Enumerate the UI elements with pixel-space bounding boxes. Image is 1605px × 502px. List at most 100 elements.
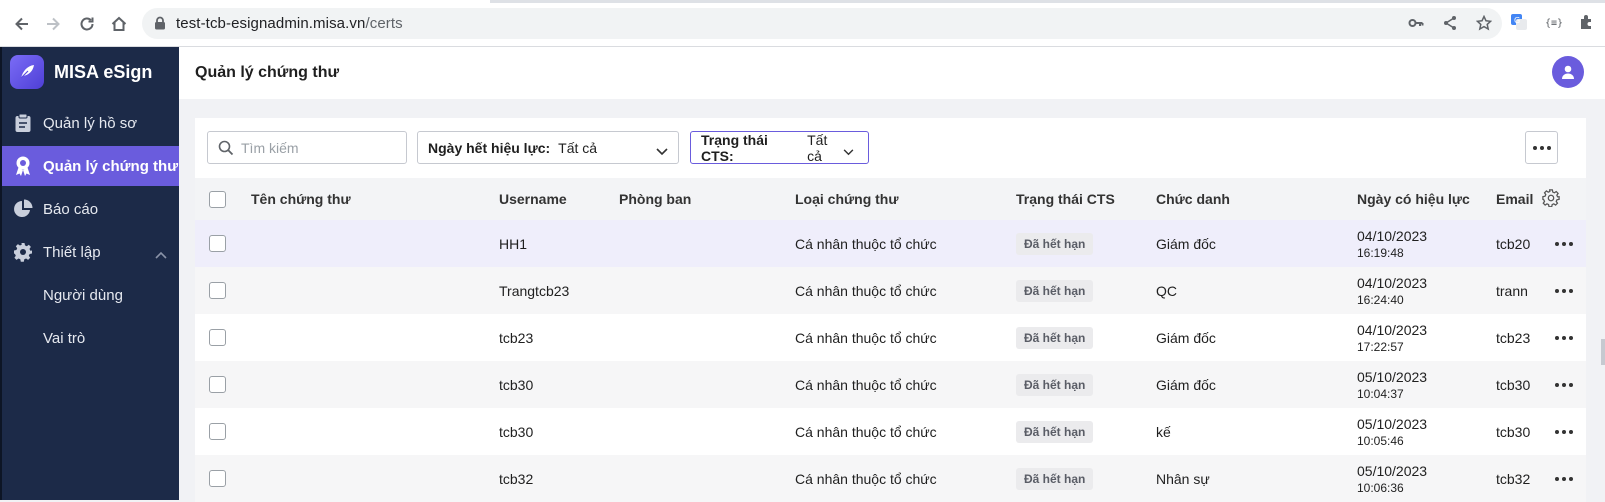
bookmark-star-icon[interactable]: [1475, 14, 1493, 36]
cert-status-filter[interactable]: Trạng thái CTS: Tất cả: [690, 131, 869, 164]
row-checkbox[interactable]: [209, 235, 226, 252]
page-title: Quản lý chứng thư: [195, 64, 340, 81]
row-more-button[interactable]: [1542, 241, 1586, 246]
pie-chart-icon: [12, 198, 34, 220]
select-all-checkbox[interactable]: [209, 190, 226, 208]
extensions-puzzle-icon[interactable]: [1578, 13, 1596, 36]
app-root: MISA eSign Quản lý hồ sơ Quản lý chứng t…: [0, 47, 1605, 502]
reload-icon[interactable]: [76, 13, 98, 35]
lock-icon[interactable]: [154, 16, 166, 35]
column-header[interactable]: Username: [499, 178, 619, 220]
home-icon[interactable]: [108, 13, 130, 35]
json-extension-icon[interactable]: {≡}: [1544, 13, 1563, 36]
clipboard-icon: [12, 112, 34, 134]
sidebar-item-certificates[interactable]: Quản lý chứng thư: [2, 146, 179, 186]
page-header: Quản lý chứng thư: [179, 47, 1605, 99]
effective-date: 04/10/2023: [1357, 321, 1428, 338]
table-row[interactable]: tcb32 Cá nhân thuộc tổ chức Đã hết hạn N…: [195, 455, 1586, 502]
username-cell: HH1: [499, 235, 528, 252]
column-header[interactable]: Chức danh: [1156, 178, 1357, 220]
column-header[interactable]: Phòng ban: [619, 178, 795, 220]
more-horizontal-icon: [1555, 476, 1573, 481]
status-cell: Đã hết hạn: [1016, 267, 1156, 314]
column-header[interactable]: Tên chứng thư: [251, 178, 499, 220]
status-cell: Đã hết hạn: [1016, 314, 1156, 361]
sidebar-item-records[interactable]: Quản lý hồ sơ: [2, 103, 179, 143]
app-logo-row[interactable]: MISA eSign: [10, 55, 152, 89]
effective-time: 10:04:37: [1357, 386, 1404, 401]
column-header[interactable]: Email: [1496, 178, 1542, 220]
email-cell: tcb20: [1496, 235, 1531, 252]
chevron-down-icon: [656, 143, 668, 159]
row-select-cell: [195, 361, 251, 408]
job-title-cell: Giám đốc: [1156, 376, 1216, 393]
email-cell: tcb30: [1496, 376, 1531, 393]
cert-name-cell: [251, 455, 499, 502]
row-checkbox[interactable]: [209, 423, 226, 440]
job-title-cell: QC: [1156, 282, 1177, 299]
back-icon[interactable]: [11, 13, 33, 35]
chevron-up-icon[interactable]: [155, 246, 167, 263]
feather-logo-icon: [10, 55, 44, 89]
user-avatar[interactable]: [1552, 56, 1584, 88]
row-checkbox[interactable]: [209, 376, 226, 393]
share-icon[interactable]: [1442, 15, 1458, 36]
row-actions-cell: [1542, 361, 1586, 408]
sidebar-item-reports[interactable]: Báo cáo: [2, 189, 179, 229]
row-actions-cell: [1542, 267, 1586, 314]
effective-date: 04/10/2023: [1357, 274, 1428, 291]
row-select-cell: [195, 314, 251, 361]
column-header[interactable]: Ngày có hiệu lực: [1357, 178, 1496, 220]
active-tab[interactable]: [0, 0, 490, 3]
email-cell: tcb30: [1496, 423, 1531, 440]
forward-icon[interactable]: [42, 13, 64, 35]
sidebar-item-settings[interactable]: Thiết lập: [2, 232, 179, 272]
sidebar-subitem-label: Người dùng: [43, 286, 123, 304]
expiry-date-filter[interactable]: Ngày hết hiệu lực: Tất cả: [417, 131, 679, 164]
browser-toolbar: test-tcb-esignadmin.misa.vn/certs G {≡}: [0, 0, 1605, 47]
more-horizontal-icon: [1555, 382, 1573, 387]
sidebar-subitem-users[interactable]: Người dùng: [2, 277, 179, 313]
more-options-button[interactable]: [1525, 131, 1558, 164]
url-text[interactable]: test-tcb-esignadmin.misa.vn/certs: [176, 15, 403, 32]
row-more-button[interactable]: [1542, 335, 1586, 340]
scrollbar-thumb[interactable]: [1601, 339, 1605, 365]
table-header-row: Tên chứng thư Username Phòng ban Loại ch…: [195, 178, 1586, 220]
effective-date: 05/10/2023: [1357, 415, 1428, 432]
url-path: /certs: [365, 15, 403, 32]
row-checkbox[interactable]: [209, 282, 226, 299]
address-bar[interactable]: test-tcb-esignadmin.misa.vn/certs: [142, 8, 1502, 39]
effective-time: 10:05:46: [1357, 433, 1404, 448]
url-host: test-tcb-esignadmin.misa.vn: [176, 15, 366, 32]
row-checkbox[interactable]: [209, 329, 226, 346]
search-box[interactable]: [207, 131, 407, 164]
department-cell: [619, 408, 795, 455]
sidebar-subitem-roles[interactable]: Vai trò: [2, 320, 179, 356]
filter-value: Tất cả: [807, 131, 828, 164]
effective-date: 04/10/2023: [1357, 227, 1428, 244]
row-more-button[interactable]: [1542, 382, 1586, 387]
row-more-button[interactable]: [1542, 476, 1586, 481]
table-row[interactable]: HH1 Cá nhân thuộc tổ chức Đã hết hạn Giá…: [195, 220, 1586, 267]
status-cell: Đã hết hạn: [1016, 220, 1156, 267]
column-header[interactable]: Trạng thái CTS: [1016, 178, 1156, 220]
table-row[interactable]: tcb23 Cá nhân thuộc tổ chức Đã hết hạn G…: [195, 314, 1586, 361]
table-row[interactable]: tcb30 Cá nhân thuộc tổ chức Đã hết hạn G…: [195, 361, 1586, 408]
row-checkbox[interactable]: [209, 470, 226, 487]
search-input[interactable]: [241, 136, 401, 160]
column-header[interactable]: Loại chứng thư: [795, 178, 1016, 220]
effective-date: 05/10/2023: [1357, 368, 1428, 385]
row-more-button[interactable]: [1542, 429, 1586, 434]
key-icon[interactable]: [1408, 15, 1424, 36]
email-cell: tcb23: [1496, 329, 1531, 346]
translate-icon[interactable]: G: [1510, 13, 1528, 36]
table-row[interactable]: Trangtcb23 Cá nhân thuộc tổ chức Đã hết …: [195, 267, 1586, 314]
row-more-button[interactable]: [1542, 288, 1586, 293]
table-row[interactable]: tcb30 Cá nhân thuộc tổ chức Đã hết hạn k…: [195, 408, 1586, 455]
job-title-cell: Nhân sự: [1156, 470, 1210, 487]
row-select-cell: [195, 220, 251, 267]
effective-date-cell: 04/10/2023 16:19:48: [1357, 220, 1496, 267]
more-horizontal-icon: [1555, 335, 1573, 340]
effective-time: 16:19:48: [1357, 245, 1404, 260]
column-settings-gear-icon[interactable]: [1542, 188, 1560, 207]
